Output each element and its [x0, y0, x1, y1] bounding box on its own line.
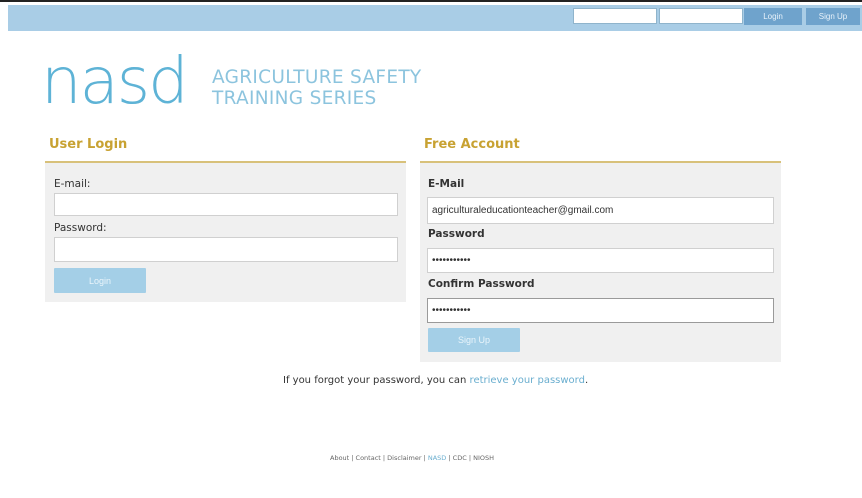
- free-account-title: Free Account: [424, 137, 520, 152]
- login-password-field[interactable]: [54, 237, 398, 262]
- forgot-password-suffix: .: [584, 375, 589, 386]
- footer-link-nasd[interactable]: NASD: [428, 454, 446, 462]
- footer-link-about[interactable]: About: [330, 454, 349, 462]
- forgot-password-text: If you forgot your password, you can ret…: [283, 375, 588, 386]
- top-header-bar: Login Sign Up: [8, 5, 862, 31]
- login-button[interactable]: Login: [54, 268, 146, 293]
- footer-link-niosh[interactable]: NIOSH: [473, 454, 494, 462]
- login-password-label: Password:: [54, 222, 107, 234]
- nasd-logo[interactable]: nasd: [41, 50, 189, 114]
- logo-tagline: AGRICULTURE SAFETY TRAINING SERIES: [212, 67, 422, 109]
- header-login-button[interactable]: Login: [744, 8, 802, 25]
- header-signup-button[interactable]: Sign Up: [806, 8, 860, 25]
- confirm-password-label: Confirm Password: [428, 278, 535, 290]
- signup-email-label: E-Mail: [428, 178, 465, 190]
- confirm-password-field[interactable]: •••••••••••: [427, 298, 774, 323]
- header-password-input[interactable]: [659, 8, 743, 24]
- signup-email-field[interactable]: agriculturaleducationteacher@gmail.com: [427, 197, 774, 224]
- login-email-label: E-mail:: [54, 178, 91, 190]
- signup-password-label: Password: [428, 228, 485, 240]
- signup-button[interactable]: Sign Up: [428, 328, 520, 352]
- footer-link-cdc[interactable]: CDC: [453, 454, 467, 462]
- forgot-password-prefix: If you forgot your password, you can: [283, 375, 470, 386]
- signup-password-field[interactable]: •••••••••••: [427, 248, 774, 273]
- login-email-field[interactable]: [54, 193, 398, 216]
- footer-link-contact[interactable]: Contact: [356, 454, 381, 462]
- user-login-title: User Login: [49, 137, 128, 152]
- footer-links: About | Contact | Disclaimer | NASD | CD…: [330, 454, 494, 462]
- logo-tagline-line1: AGRICULTURE SAFETY: [212, 67, 422, 88]
- header-email-input[interactable]: [573, 8, 657, 24]
- window-top-border: [0, 0, 862, 2]
- retrieve-password-link[interactable]: retrieve your password: [470, 375, 585, 386]
- footer-link-disclaimer[interactable]: Disclaimer: [387, 454, 421, 462]
- logo-tagline-line2: TRAINING SERIES: [212, 88, 377, 109]
